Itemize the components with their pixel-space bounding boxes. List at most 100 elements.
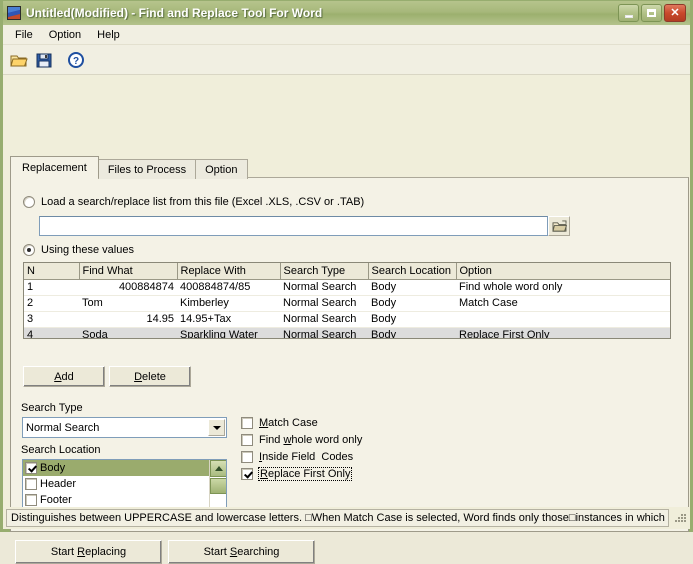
start-searching-label: Start Searching xyxy=(203,546,280,558)
cell-search-location: Body xyxy=(368,327,456,338)
scroll-up-button[interactable] xyxy=(210,460,226,477)
find-whole-word-only-label: Find whole word only xyxy=(259,434,363,446)
add-button[interactable]: Add xyxy=(23,366,105,387)
word-document-icon xyxy=(6,5,22,21)
tab-strip: Replacement Files to Process Option xyxy=(10,156,248,179)
table-row[interactable]: 3 14.95 14.95+Tax Normal Search Body xyxy=(24,311,670,328)
cell-n: 2 xyxy=(24,295,79,312)
maximize-button[interactable] xyxy=(641,4,662,22)
open-folder-icon xyxy=(10,55,28,66)
menu-item-help[interactable]: Help xyxy=(89,27,128,43)
floppy-disk-icon xyxy=(36,53,52,67)
cell-search-type: Normal Search xyxy=(280,279,368,296)
radio-using-these-values-label: Using these values xyxy=(41,244,134,256)
checkbox-replace-first-only[interactable]: Replace First Only xyxy=(241,467,362,481)
search-location-body-label: Body xyxy=(40,462,66,474)
cell-option: Find whole word only xyxy=(456,279,670,296)
checkbox-find-whole-word-only[interactable]: Find whole word only xyxy=(241,434,362,446)
inside-field-codes-label: Inside Field Codes xyxy=(259,451,354,463)
table-row[interactable]: 2 Tom Kimberley Normal Search Body Match… xyxy=(24,295,670,312)
minimize-icon xyxy=(624,14,633,18)
delete-button-label: Delete xyxy=(134,370,166,383)
cell-search-type: Normal Search xyxy=(280,295,368,312)
menu-bar: File Option Help xyxy=(3,25,690,45)
search-location-item-footer[interactable]: Footer xyxy=(23,492,226,508)
save-button[interactable] xyxy=(32,48,56,72)
tab-files-to-process-label: Files to Process xyxy=(107,163,187,176)
chevron-down-icon[interactable] xyxy=(208,419,225,436)
open-folder-icon xyxy=(551,219,567,232)
tab-option[interactable]: Option xyxy=(195,159,248,179)
search-location-footer-checkbox[interactable] xyxy=(25,494,37,506)
search-location-footer-label: Footer xyxy=(40,494,72,506)
svg-text:?: ? xyxy=(73,56,79,67)
replace-first-only-checkbox[interactable] xyxy=(241,468,253,480)
column-header-find-what[interactable]: Find What xyxy=(79,263,178,280)
column-header-option[interactable]: Option xyxy=(456,263,670,280)
column-header-search-location[interactable]: Search Location xyxy=(368,263,457,280)
find-whole-word-only-checkbox[interactable] xyxy=(241,434,253,446)
title-bar: Untitled(Modified) - Find and Replace To… xyxy=(3,1,690,25)
column-header-search-type[interactable]: Search Type xyxy=(280,263,369,280)
help-button[interactable]: ? xyxy=(64,48,88,72)
search-location-item-header[interactable]: Header xyxy=(23,476,226,492)
column-header-n[interactable]: N xyxy=(24,263,80,280)
status-text: Distinguishes between UPPERCASE and lowe… xyxy=(6,509,669,527)
tab-files-to-process[interactable]: Files to Process xyxy=(97,159,197,179)
radio-using-these-values-indicator xyxy=(23,244,35,256)
match-case-label: Match Case xyxy=(259,417,318,429)
resize-grip[interactable] xyxy=(671,510,687,526)
search-type-label: Search Type xyxy=(21,402,83,414)
checkbox-inside-field-codes[interactable]: Inside Field Codes xyxy=(241,451,362,463)
start-replacing-button[interactable]: Start Replacing xyxy=(15,540,162,564)
cell-find-what: Tom xyxy=(79,295,177,312)
tab-replacement[interactable]: Replacement xyxy=(10,156,99,178)
close-button[interactable]: ✕ xyxy=(664,4,686,22)
tab-replacement-label: Replacement xyxy=(22,161,87,174)
search-location-header-label: Header xyxy=(40,478,77,490)
table-row[interactable]: 1 400884874 400884874/85 Normal Search B… xyxy=(24,279,670,296)
open-button[interactable] xyxy=(7,48,31,72)
delete-button[interactable]: Delete xyxy=(109,366,191,387)
close-icon: ✕ xyxy=(670,6,680,19)
menu-item-file[interactable]: File xyxy=(7,27,41,43)
radio-load-from-file[interactable]: Load a search/replace list from this fil… xyxy=(23,196,364,208)
menu-item-option[interactable]: Option xyxy=(41,27,89,43)
search-location-header-checkbox[interactable] xyxy=(25,478,37,490)
cell-option: Replace First Only xyxy=(456,327,670,338)
table-row[interactable]: 4 Soda Sparkling Water Normal Search Bod… xyxy=(24,327,670,338)
match-case-checkbox[interactable] xyxy=(241,417,253,429)
cell-search-location: Body xyxy=(368,311,456,328)
cell-search-location: Body xyxy=(368,279,456,296)
application-window: Untitled(Modified) - Find and Replace To… xyxy=(0,0,693,564)
replacement-tab-panel: Load a search/replace list from this fil… xyxy=(10,177,689,532)
scrollbar-thumb[interactable] xyxy=(210,478,226,494)
radio-load-from-file-indicator xyxy=(23,196,35,208)
search-location-item-body[interactable]: Body xyxy=(23,460,226,476)
cell-replace-with: 14.95+Tax xyxy=(177,311,280,328)
cell-replace-with: Kimberley xyxy=(177,295,280,312)
replacement-grid[interactable]: N Find What Replace With Search Type Sea… xyxy=(23,262,671,339)
window-title: Untitled(Modified) - Find and Replace To… xyxy=(26,6,323,20)
status-bar: Distinguishes between UPPERCASE and lowe… xyxy=(3,507,690,529)
cell-find-what: 14.95 xyxy=(79,311,177,328)
file-path-input[interactable] xyxy=(39,216,548,236)
cell-replace-with: Sparkling Water xyxy=(177,327,280,338)
cell-option xyxy=(456,311,670,328)
table-header-row: N Find What Replace With Search Type Sea… xyxy=(24,263,670,280)
radio-using-these-values[interactable]: Using these values xyxy=(23,244,134,256)
column-header-replace-with[interactable]: Replace With xyxy=(177,263,281,280)
minimize-button[interactable] xyxy=(618,4,639,22)
inside-field-codes-checkbox[interactable] xyxy=(241,451,253,463)
search-location-body-checkbox[interactable] xyxy=(25,462,37,474)
radio-load-from-file-label: Load a search/replace list from this fil… xyxy=(41,196,365,208)
search-type-combobox[interactable]: Normal Search xyxy=(22,417,227,438)
search-location-label: Search Location xyxy=(21,444,101,456)
toolbar: ? xyxy=(3,45,690,75)
chevron-up-icon xyxy=(214,466,223,471)
cell-search-type: Normal Search xyxy=(280,327,368,338)
browse-file-button[interactable] xyxy=(548,216,570,236)
cell-search-location: Body xyxy=(368,295,456,312)
start-searching-button[interactable]: Start Searching xyxy=(168,540,315,564)
checkbox-match-case[interactable]: Match Case xyxy=(241,417,362,429)
